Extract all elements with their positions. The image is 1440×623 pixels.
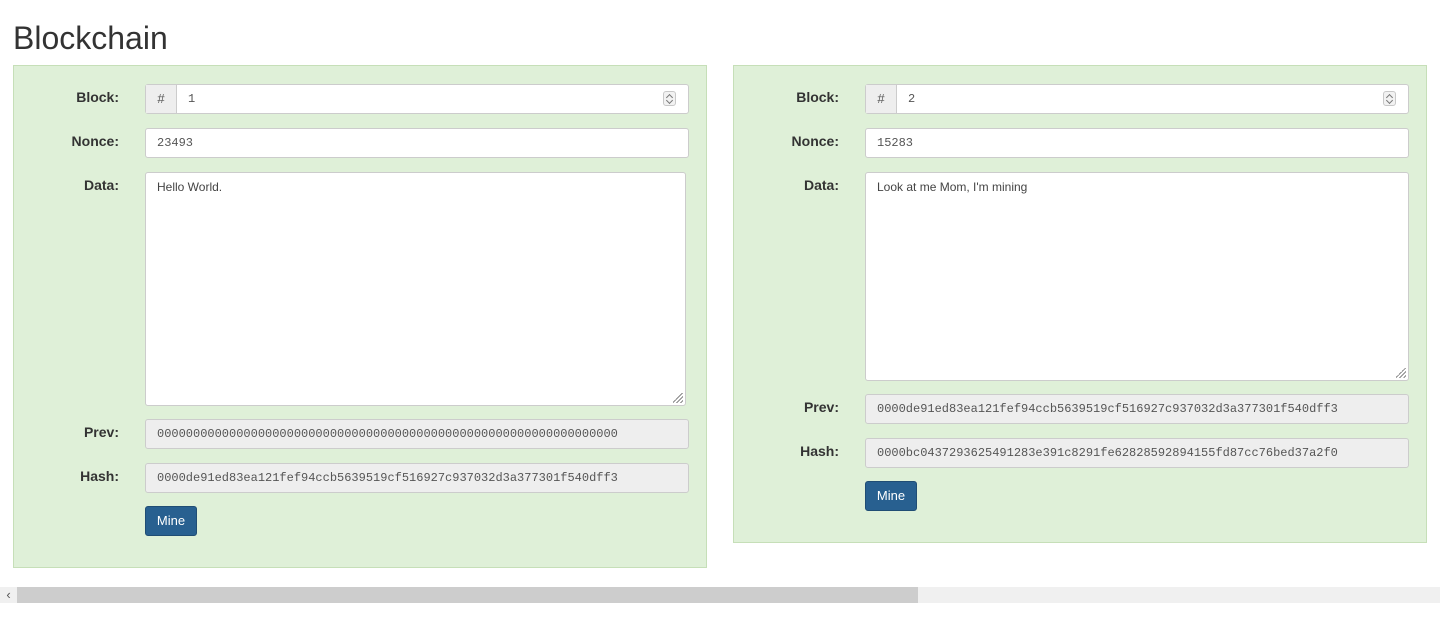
nonce-label: Nonce: bbox=[71, 133, 119, 149]
block-card-2: Block: # 2 Nonce: 15283 Data: Look at me… bbox=[733, 65, 1427, 543]
hash-field: 0000bc0437293625491283e391c8291fe6282859… bbox=[865, 438, 1409, 468]
mine-button[interactable]: Mine bbox=[865, 481, 917, 511]
data-label: Data: bbox=[83, 177, 119, 193]
data-label: Data: bbox=[803, 177, 839, 193]
block-number-value[interactable]: 1 bbox=[177, 85, 663, 113]
prev-label: Prev: bbox=[803, 399, 839, 415]
hash-addon: # bbox=[146, 85, 177, 113]
block-label: Block: bbox=[796, 89, 839, 105]
hash-field: 0000de91ed83ea121fef94ccb5639519cf516927… bbox=[145, 463, 689, 493]
block-number-value[interactable]: 2 bbox=[897, 85, 1383, 113]
nonce-input[interactable]: 15283 bbox=[865, 128, 1409, 158]
number-spinner-icon[interactable] bbox=[1383, 91, 1396, 106]
data-textarea[interactable]: Hello World. bbox=[145, 172, 686, 406]
scroll-left-arrow-icon[interactable]: ‹ bbox=[0, 587, 17, 603]
number-spinner-icon[interactable] bbox=[663, 91, 676, 106]
block-number-input[interactable]: # 1 bbox=[145, 84, 689, 114]
block-label: Block: bbox=[76, 89, 119, 105]
data-textarea[interactable]: Look at me Mom, I'm mining bbox=[865, 172, 1409, 381]
nonce-input[interactable]: 23493 bbox=[145, 128, 689, 158]
prev-hash-field: 0000000000000000000000000000000000000000… bbox=[145, 419, 689, 449]
horizontal-scrollbar[interactable]: ‹ bbox=[0, 587, 1440, 603]
prev-label: Prev: bbox=[83, 424, 119, 440]
hash-label: Hash: bbox=[80, 468, 119, 484]
page-title: Blockchain bbox=[13, 20, 168, 56]
resize-grip-icon[interactable] bbox=[673, 393, 683, 403]
scrollbar-thumb[interactable] bbox=[17, 587, 918, 603]
nonce-label: Nonce: bbox=[791, 133, 839, 149]
prev-hash-field: 0000de91ed83ea121fef94ccb5639519cf516927… bbox=[865, 394, 1409, 424]
mine-button[interactable]: Mine bbox=[145, 506, 197, 536]
block-card-1: Block: # 1 Nonce: 23493 Data: Hello Worl… bbox=[13, 65, 707, 568]
resize-grip-icon[interactable] bbox=[1396, 368, 1406, 378]
data-text: Look at me Mom, I'm mining bbox=[877, 180, 1028, 194]
hash-addon: # bbox=[866, 85, 897, 113]
data-text: Hello World. bbox=[157, 180, 223, 194]
hash-label: Hash: bbox=[800, 443, 839, 459]
block-number-input[interactable]: # 2 bbox=[865, 84, 1409, 114]
